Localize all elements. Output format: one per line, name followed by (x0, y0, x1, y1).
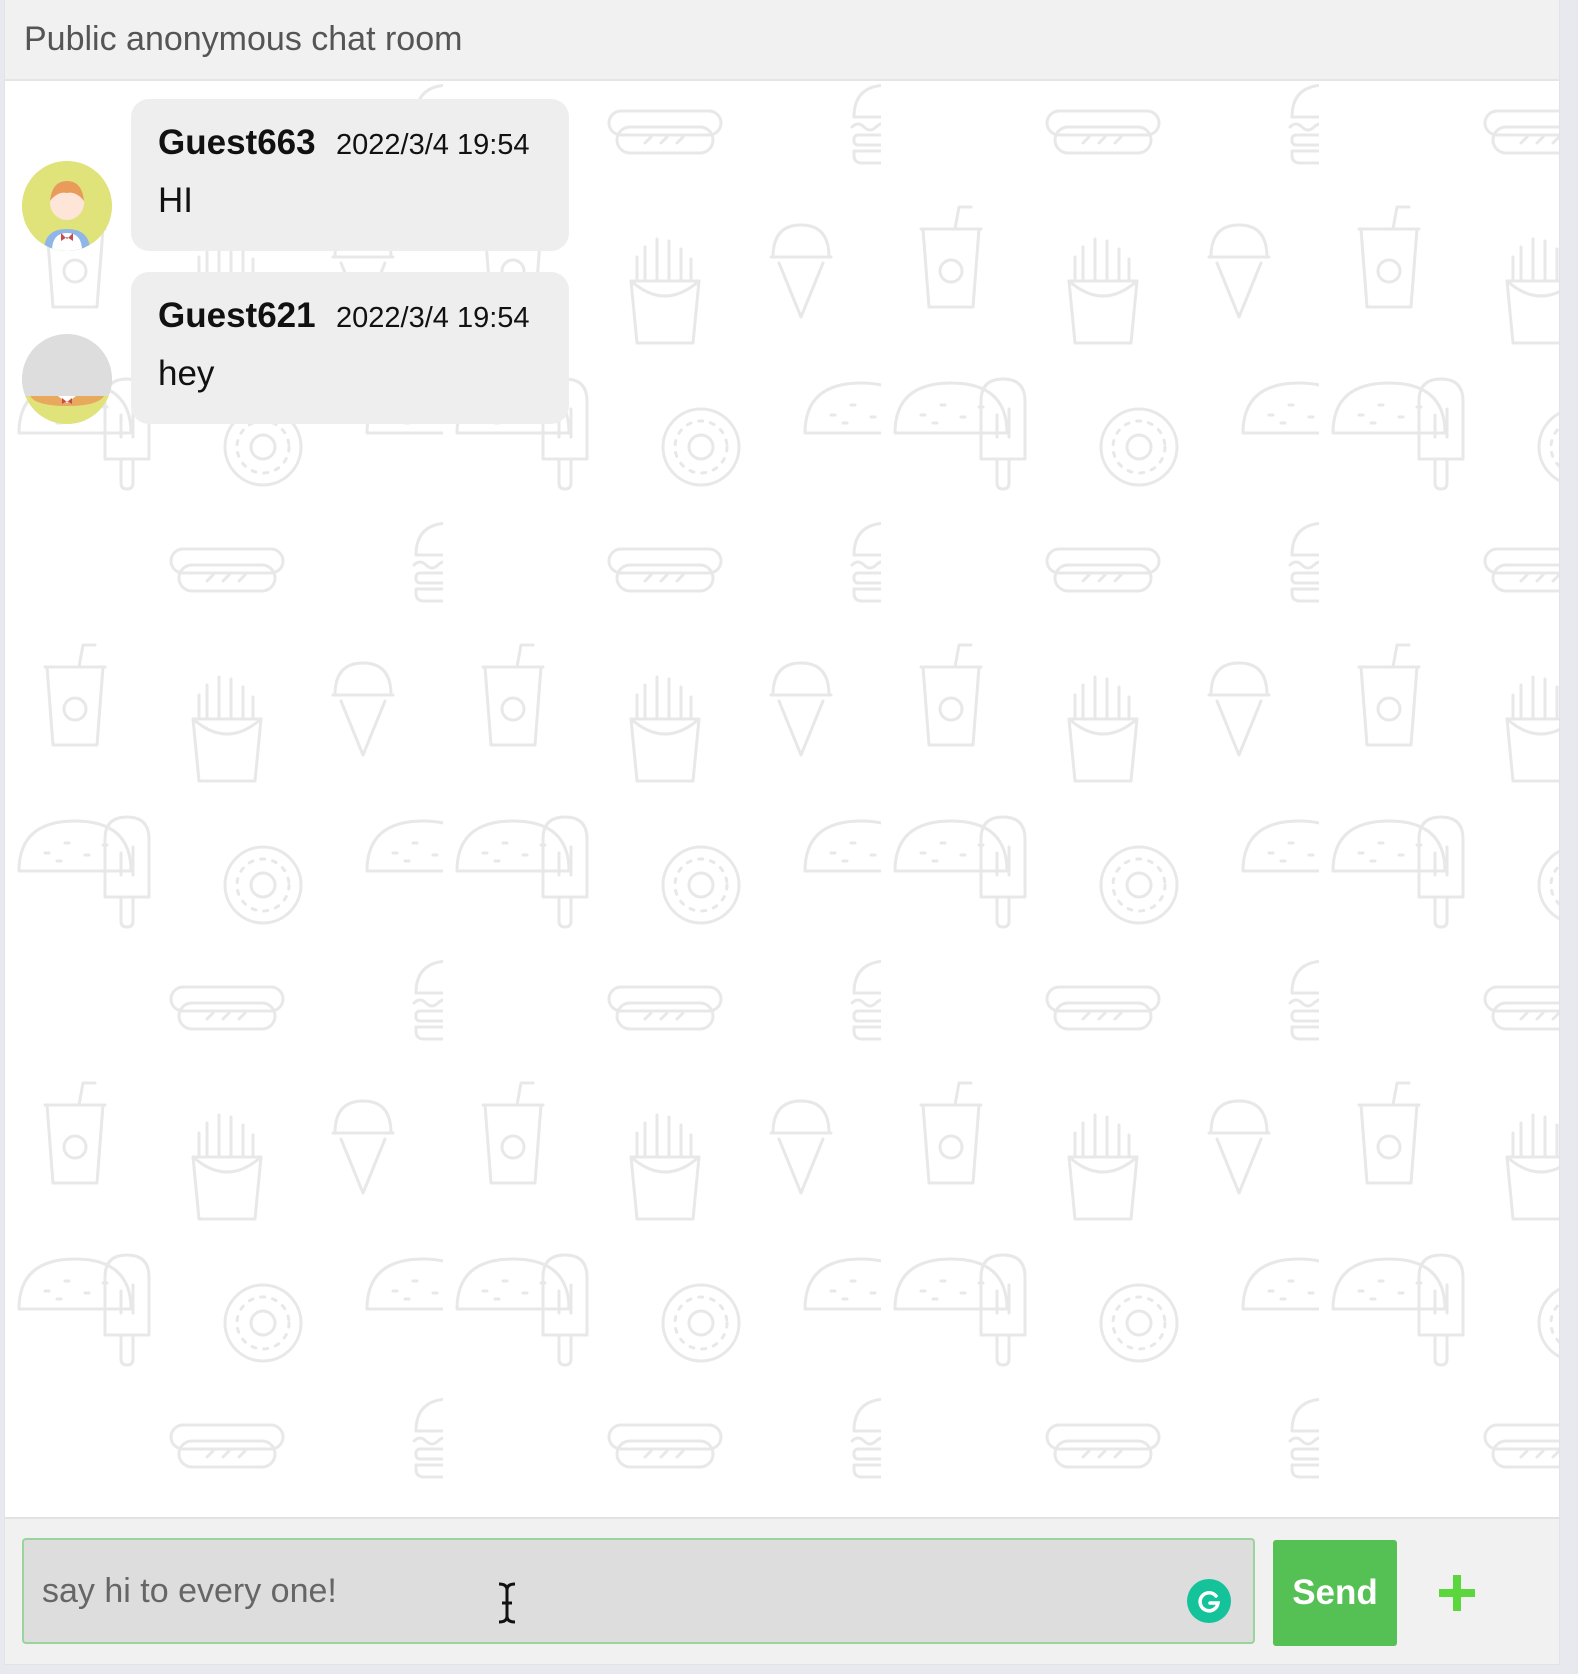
message-text: hey (158, 354, 215, 393)
message-bubble: Guest663 2022/3/4 19:54 HI (131, 99, 569, 251)
gray-avatar-icon-graphic (22, 334, 112, 424)
message-list[interactable]: Guest663 2022/3/4 19:54 HI Guest621 2022… (5, 81, 1559, 1517)
composer-bar: Send (5, 1517, 1559, 1664)
message-timestamp: 2022/3/4 19:54 (336, 129, 530, 161)
message-username: Guest663 (158, 123, 316, 162)
female-avatar-icon-graphic (22, 161, 112, 251)
message-meta: Guest621 2022/3/4 19:54 (158, 296, 530, 336)
message-input[interactable] (22, 1538, 1255, 1644)
send-button[interactable]: Send (1273, 1540, 1397, 1646)
plus-icon[interactable] (1433, 1569, 1481, 1617)
message-timestamp: 2022/3/4 19:54 (336, 302, 530, 334)
grammarly-icon[interactable] (1187, 1579, 1231, 1623)
message-bubble: Guest621 2022/3/4 19:54 hey (131, 272, 569, 424)
gray-avatar-icon[interactable] (22, 334, 112, 424)
chat-window: Public anonymous chat room Guest663 2022… (5, 0, 1559, 1664)
message-meta: Guest663 2022/3/4 19:54 (158, 123, 530, 163)
text-cursor-icon (495, 1581, 519, 1625)
female-avatar-icon[interactable] (22, 161, 112, 251)
message-username: Guest621 (158, 296, 316, 335)
message-text: HI (158, 181, 193, 220)
title-bar: Public anonymous chat room (5, 0, 1559, 81)
page-title: Public anonymous chat room (24, 20, 463, 58)
message-item: Guest621 2022/3/4 19:54 hey (5, 272, 605, 432)
message-item: Guest663 2022/3/4 19:54 HI (5, 99, 605, 259)
